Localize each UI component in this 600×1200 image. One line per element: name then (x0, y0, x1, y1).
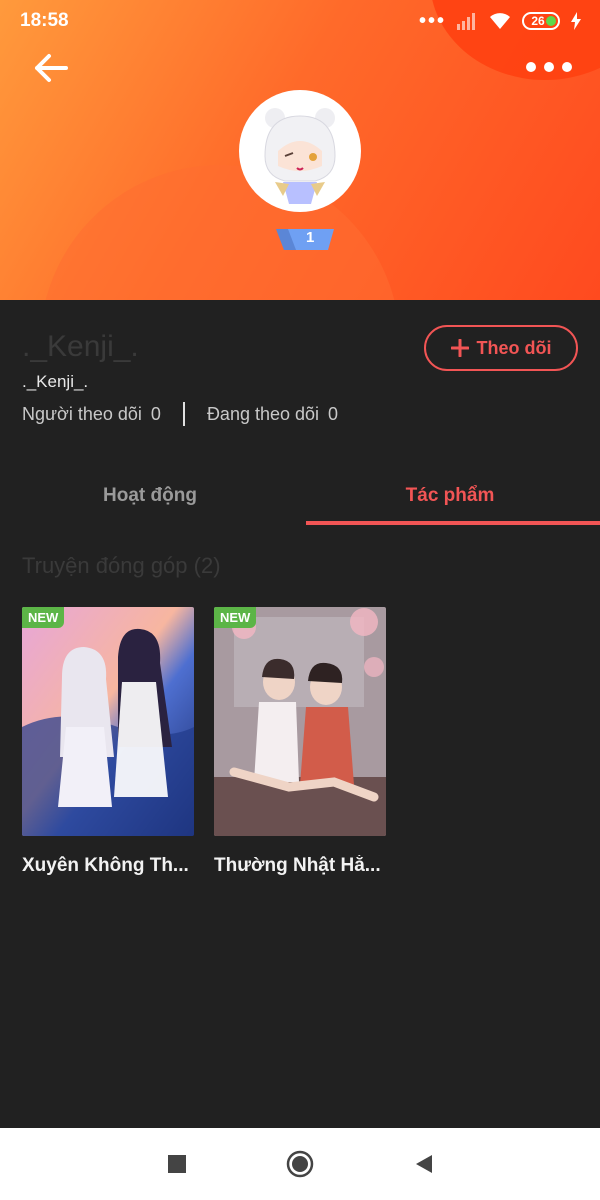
level-number: 1 (306, 229, 315, 246)
display-name: ._Kenji_. (22, 330, 139, 363)
signal-bars-icon (457, 13, 475, 30)
home-circle-icon[interactable] (286, 1150, 314, 1178)
back-triangle-icon[interactable] (412, 1152, 436, 1176)
work-title[interactable]: Xuyên Không Th... (22, 855, 202, 877)
level-ribbon-icon (276, 229, 334, 250)
tabs-divider (0, 466, 600, 526)
following-count[interactable]: 0 (328, 404, 338, 425)
recents-square-icon[interactable] (165, 1152, 189, 1176)
follow-button-label: Theo dõi (476, 337, 552, 358)
more-options-button[interactable] (526, 56, 572, 78)
work-cover[interactable]: NEW (214, 607, 386, 836)
more-horizontal-icon (526, 62, 536, 72)
avatar[interactable] (239, 90, 361, 212)
section-title: Truyện đóng góp (2) (22, 553, 221, 578)
battery-level: 26 (531, 14, 545, 28)
work-card[interactable]: NEW Thường Nhật Hằ... (214, 607, 386, 877)
followers-count[interactable]: 0 (151, 404, 161, 425)
active-tab-indicator (306, 521, 600, 525)
cover-image (214, 607, 386, 836)
charging-icon (571, 12, 581, 30)
level-badge: 1 (276, 226, 334, 252)
wifi-icon (490, 13, 510, 29)
new-badge: NEW (22, 607, 65, 628)
follow-stats: Người theo dõi 0 Đang theo dõi 0 (22, 402, 338, 426)
profile-info: ._Kenji_. ._Kenji_. Người theo dõi 0 Đan… (0, 300, 600, 450)
signal-dots-icon: ••• (418, 10, 446, 32)
new-badge: NEW (214, 607, 257, 628)
work-card[interactable]: NEW Xuyên Không Th... (22, 607, 194, 877)
followers-label[interactable]: Người theo dõi (22, 404, 142, 425)
status-time: 18:58 (20, 10, 69, 31)
work-cover[interactable]: NEW (22, 607, 194, 836)
battery-icon: 26 (522, 12, 560, 30)
following-label[interactable]: Đang theo dõi (207, 404, 319, 425)
back-button[interactable] (30, 50, 72, 86)
username: ._Kenji_. (22, 372, 89, 391)
status-bar: 18:58 ••• 26 (0, 0, 600, 42)
cover-image (22, 607, 194, 836)
follow-button[interactable]: Theo dõi (424, 325, 578, 371)
system-nav-bar (0, 1128, 600, 1200)
work-title[interactable]: Thường Nhật Hằ... (214, 855, 394, 877)
stats-divider (182, 402, 185, 426)
arrow-left-icon (35, 54, 68, 82)
avatar-image (264, 108, 336, 204)
plus-icon (450, 339, 469, 357)
profile-header: 18:58 ••• 26 1 (0, 0, 600, 300)
